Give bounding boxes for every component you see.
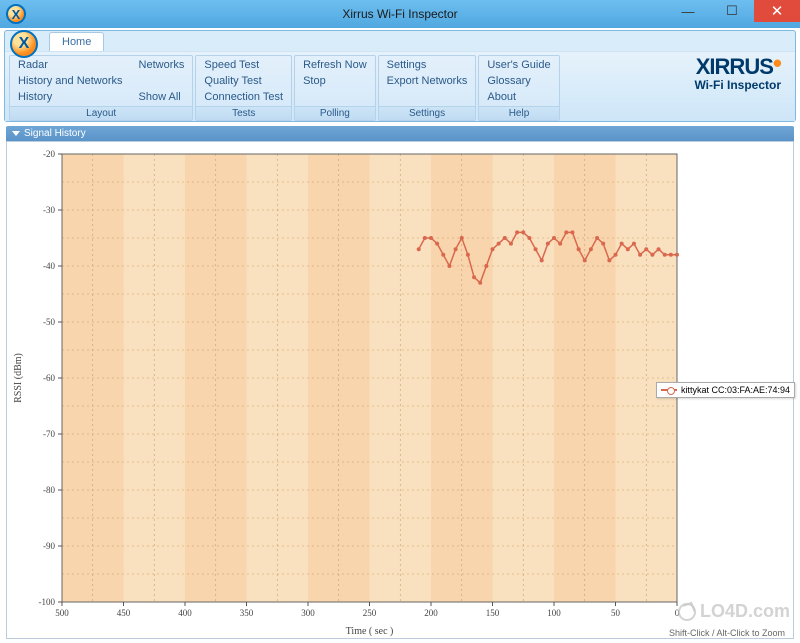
app-orb-button[interactable]: X [10,30,38,58]
window-title: Xirrus Wi-Fi Inspector [342,7,457,21]
tests-connection[interactable]: Connection Test [200,89,287,105]
tests-quality[interactable]: Quality Test [200,73,287,89]
legend-swatch-icon [661,389,677,391]
settings-settings[interactable]: Settings [383,57,472,73]
svg-text:50: 50 [611,608,621,618]
group-label-settings: Settings [379,106,476,120]
legend-label: kittykat CC:03:FA:AE:74:94 [681,385,790,395]
svg-text:-90: -90 [43,541,55,551]
layout-history[interactable]: History [14,89,127,105]
svg-text:250: 250 [363,608,377,618]
svg-text:-50: -50 [43,317,55,327]
layout-history-networks[interactable]: History and Networks [14,73,127,89]
chart-area[interactable]: -20 -30 -40 -50 -60 -70 -80 -90 -100500 450 400 350… [6,141,794,639]
polling-stop[interactable]: Stop [299,73,371,89]
svg-text:-20: -20 [43,149,55,159]
layout-show-all[interactable]: Show All [135,89,189,105]
svg-text:100: 100 [547,608,561,618]
svg-text:200: 200 [424,608,438,618]
svg-text:500: 500 [55,608,69,618]
ribbon-group-layout: Radar History and Networks History Netwo… [9,55,193,121]
svg-text:-40: -40 [43,261,55,271]
window-titlebar: X Xirrus Wi-Fi Inspector — ☐ ✕ [0,0,800,28]
svg-text:RSSI (dBm): RSSI (dBm) [13,353,24,403]
svg-text:350: 350 [240,608,254,618]
chevron-down-icon [12,131,20,136]
svg-text:400: 400 [178,608,192,618]
minimize-button[interactable]: — [666,0,710,22]
maximize-button[interactable]: ☐ [710,0,754,22]
group-label-tests: Tests [196,106,291,120]
brand-name: XIRRUS• [694,56,781,78]
layout-radar[interactable]: Radar [14,57,127,73]
brand-logo: XIRRUS• Wi-Fi Inspector [694,56,781,92]
svg-text:-80: -80 [43,485,55,495]
svg-text:300: 300 [301,608,315,618]
zoom-hint: Shift-Click / Alt-Click to Zoom [669,628,785,638]
svg-text:-30: -30 [43,205,55,215]
tests-speed[interactable]: Speed Test [200,57,287,73]
help-glossary[interactable]: Glossary [483,73,554,89]
ribbon-group-polling: Refresh Now Stop . Polling [294,55,376,121]
svg-text:-70: -70 [43,429,55,439]
help-guide[interactable]: User's Guide [483,57,554,73]
group-label-layout: Layout [10,106,192,120]
svg-text:450: 450 [117,608,131,618]
ribbon-group-help: User's Guide Glossary About Help [478,55,559,121]
layout-networks[interactable]: Networks [135,57,189,73]
group-label-polling: Polling [295,106,375,120]
help-about[interactable]: About [483,89,554,105]
svg-text:-100: -100 [39,597,56,607]
chart-legend[interactable]: kittykat CC:03:FA:AE:74:94 [656,382,795,398]
tab-home[interactable]: Home [49,32,104,52]
svg-text:-60: -60 [43,373,55,383]
ribbon: Home Radar History and Networks History … [4,30,796,122]
app-icon: X [6,4,26,24]
panel-header-signal-history[interactable]: Signal History [6,126,794,141]
signal-history-chart[interactable]: -20 -30 -40 -50 -60 -70 -80 -90 -100500 450 400 350… [7,142,687,640]
group-label-help: Help [479,106,558,120]
ribbon-group-tests: Speed Test Quality Test Connection Test … [195,55,292,121]
brand-sub: Wi-Fi Inspector [694,78,781,92]
watermark: LO4D.com [678,601,790,622]
settings-export[interactable]: Export Networks [383,73,472,89]
ribbon-group-settings: Settings Export Networks . Settings [378,55,477,121]
svg-text:150: 150 [486,608,500,618]
watermark-icon [678,603,696,621]
polling-refresh[interactable]: Refresh Now [299,57,371,73]
panel-title: Signal History [24,128,86,139]
watermark-text: LO4D.com [700,601,790,622]
close-button[interactable]: ✕ [754,0,800,22]
